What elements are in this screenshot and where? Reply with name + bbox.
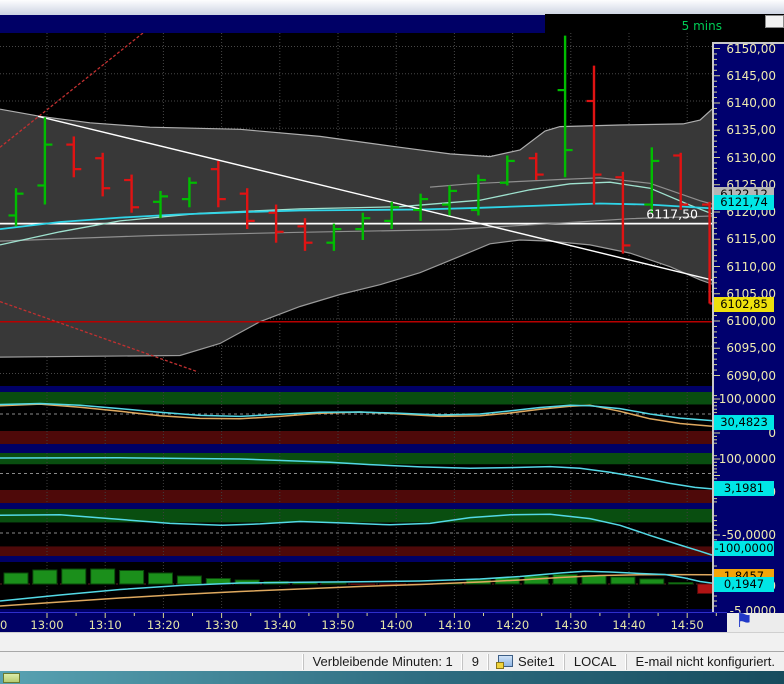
price-marker-label: -100,0000 bbox=[714, 541, 774, 556]
taskbar-strip bbox=[0, 671, 784, 684]
level-price-label: 6117,50 bbox=[646, 207, 698, 222]
price-marker-label: 6102,85 bbox=[714, 297, 774, 312]
indicator-panel-3[interactable] bbox=[0, 506, 712, 559]
price-axis-label: 6145,00 bbox=[716, 69, 782, 83]
trading-app-window: 5 mins 6117,50 6150,00 6145,00 6140,00 6135… bbox=[0, 0, 784, 684]
time-axis-label: 14:20 bbox=[493, 618, 533, 632]
status-count: 9 bbox=[462, 654, 488, 670]
price-axis-label: 6095,00 bbox=[716, 341, 782, 355]
indicator-axis-label: -50,0000 bbox=[716, 528, 782, 542]
status-email: E-mail nicht konfiguriert. bbox=[626, 654, 784, 670]
time-axis-label: 14:10 bbox=[434, 618, 474, 632]
time-axis-label: 13:50 bbox=[318, 618, 358, 632]
price-axis-label: 6110,00 bbox=[716, 260, 782, 274]
price-axis-label: 6115,00 bbox=[716, 232, 782, 246]
status-remaining-minutes: Verbleibende Minuten: 1 bbox=[303, 654, 462, 670]
status-page: Seite1 bbox=[488, 654, 564, 670]
time-axis-label: 14:00 bbox=[376, 618, 416, 632]
price-marker-label: 3,1981 bbox=[714, 481, 774, 496]
price-marker-label: 6121,74 bbox=[714, 195, 774, 210]
main-price-chart[interactable]: 6117,50 bbox=[0, 33, 712, 388]
timeframe-label: 5 mins bbox=[610, 19, 722, 33]
price-axis-label: 6140,00 bbox=[716, 96, 782, 110]
price-axis-label: 6135,00 bbox=[716, 123, 782, 137]
corner-box bbox=[765, 15, 784, 28]
price-axis-label: 6130,00 bbox=[716, 151, 782, 165]
indicator-panel-1[interactable] bbox=[0, 388, 712, 448]
price-axis-label: 6090,00 bbox=[716, 369, 782, 383]
time-axis-label: 13:10 bbox=[85, 618, 125, 632]
horizontal-scrollbar[interactable]: ▶ bbox=[0, 632, 784, 651]
taskbar-app-icon[interactable] bbox=[3, 673, 20, 683]
indicator-panel-4[interactable] bbox=[0, 559, 712, 612]
time-axis-label: 14:50 bbox=[667, 618, 707, 632]
status-connection: LOCAL bbox=[564, 654, 626, 670]
price-axis-label: 6100,00 bbox=[716, 314, 782, 328]
status-page-label: Seite1 bbox=[518, 654, 555, 669]
time-axis-label: 13:30 bbox=[202, 618, 242, 632]
indicator-panel-2[interactable] bbox=[0, 450, 712, 506]
network-icon bbox=[498, 655, 513, 667]
price-axis-label: 6150,00 bbox=[716, 42, 782, 56]
status-bar: Verbleibende Minuten: 1 9 Seite1 LOCAL E… bbox=[0, 651, 784, 671]
time-axis-label: 0 bbox=[0, 618, 14, 632]
time-axis[interactable]: 0 13:00 13:10 13:20 13:30 13:40 13:50 14:00 14:1… bbox=[0, 612, 727, 632]
price-axis[interactable]: 6150,006145,006140,006135,006130,006125,… bbox=[712, 42, 784, 632]
price-marker-label: 30,4823 bbox=[714, 415, 774, 430]
time-axis-label: 13:20 bbox=[143, 618, 183, 632]
price-marker-label: 0,1947 bbox=[714, 577, 774, 592]
indicator-axis-label: 100,0000 bbox=[716, 392, 782, 406]
flag-icon[interactable]: ⚑ bbox=[735, 608, 753, 632]
time-axis-label: 14:30 bbox=[551, 618, 591, 632]
time-axis-label: 14:40 bbox=[609, 618, 649, 632]
time-axis-label: 13:00 bbox=[27, 618, 67, 632]
indicator-axis-label: 100,0000 bbox=[716, 452, 782, 466]
chart-top-band bbox=[0, 15, 545, 33]
time-axis-label: 13:40 bbox=[260, 618, 300, 632]
